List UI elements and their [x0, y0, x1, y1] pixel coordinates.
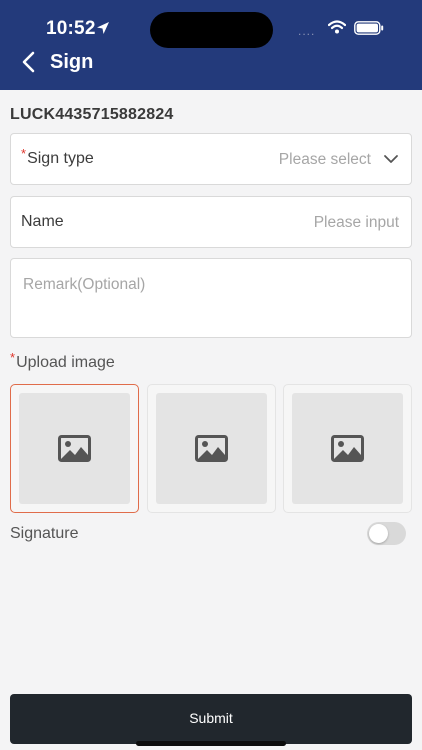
image-placeholder-icon — [331, 435, 364, 462]
upload-slot-placeholder — [156, 393, 267, 504]
chevron-down-icon — [384, 155, 398, 163]
image-placeholder-icon — [58, 435, 91, 462]
name-input[interactable]: Name Please input — [10, 196, 412, 248]
remark-textarea[interactable]: Remark(Optional) — [10, 258, 412, 338]
sign-type-placeholder: Please select — [278, 151, 371, 168]
upload-slot-1[interactable] — [10, 384, 139, 513]
name-placeholder: Please input — [313, 214, 399, 231]
signature-toggle[interactable] — [367, 522, 406, 545]
status-time: 10:52 — [46, 18, 96, 39]
wifi-icon — [328, 20, 346, 34]
dynamic-island — [150, 12, 273, 48]
required-mark: * — [10, 350, 16, 365]
back-chevron-icon[interactable] — [18, 50, 40, 74]
upload-slot-3[interactable] — [283, 384, 412, 513]
sign-type-label: *Sign type — [21, 146, 94, 167]
location-arrow-icon — [97, 22, 109, 34]
image-placeholder-icon — [195, 435, 228, 462]
required-mark: * — [21, 146, 27, 161]
page-title: Sign — [50, 51, 94, 73]
toggle-knob — [369, 524, 388, 543]
submit-button[interactable]: Submit — [10, 694, 412, 744]
home-indicator — [136, 741, 286, 746]
order-number: LUCK4435715882824 — [10, 106, 174, 123]
app-header: 10:52 .... Sign — [0, 0, 422, 90]
upload-image-label: *Upload image — [10, 350, 115, 371]
sign-type-select[interactable]: *Sign type Please select — [10, 133, 412, 185]
remark-placeholder: Remark(Optional) — [23, 276, 146, 293]
upload-slot-2[interactable] — [147, 384, 276, 513]
name-label: Name — [21, 213, 64, 230]
upload-slot-placeholder — [292, 393, 403, 504]
signature-label: Signature — [10, 525, 79, 542]
battery-icon — [354, 21, 384, 35]
cellular-signal-icon: .... — [298, 24, 316, 38]
upload-slot-placeholder — [19, 393, 130, 504]
